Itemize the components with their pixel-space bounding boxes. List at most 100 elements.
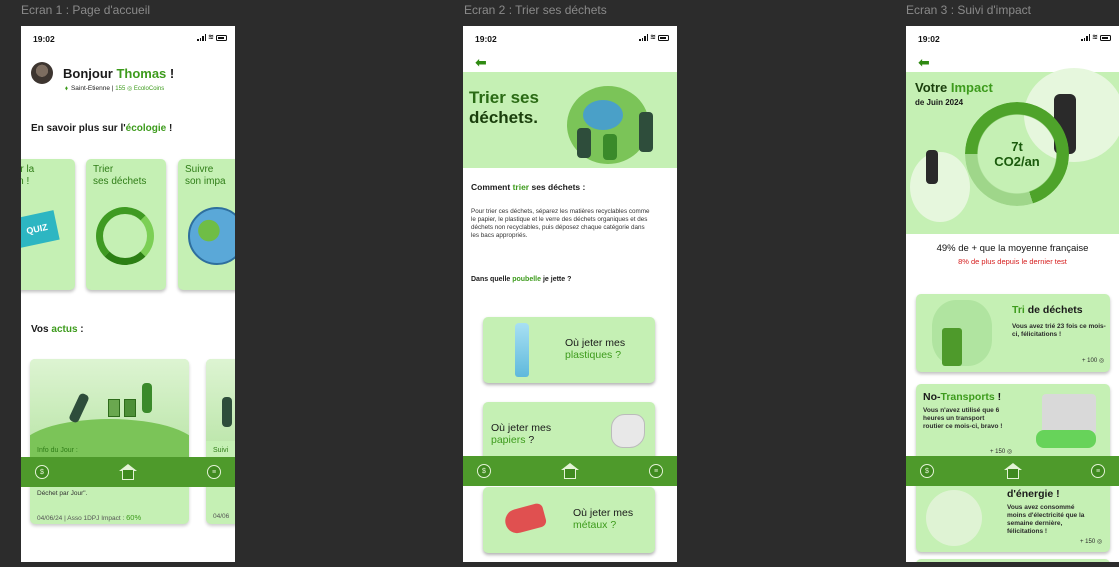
transport-description: Vous n'avez utilisé que 6 heures un tran… [923, 407, 1003, 430]
coins-icon[interactable]: $ [477, 464, 491, 478]
home-icon[interactable] [119, 464, 137, 480]
greeting-suffix: ! [166, 66, 175, 81]
card-quiz-line2: ution ! [21, 176, 30, 187]
sorting-title: Tri de déchets [1012, 304, 1083, 316]
which-bin-heading: Dans quelle poubelle je jette ? [471, 276, 571, 283]
home-icon[interactable] [1003, 463, 1022, 479]
card-quiz-title: z sur laution ! [21, 164, 34, 188]
news-card-1[interactable]: Info du Jour : Déchet par Jour". 04/06/2… [30, 359, 189, 524]
screen-impact: 19:02 ≋ ⬅ Votre Impact de Juin 2024 7t C… [906, 26, 1119, 562]
bottom-navbar: $ ≡ [463, 456, 677, 486]
sorting-title-suffix: de déchets [1024, 304, 1083, 316]
person-figure [142, 383, 152, 413]
card-track-title: Suivre son impa [185, 164, 226, 188]
which-prefix: Dans quelle [471, 276, 513, 283]
location-line: ⬧ Saint-Etienne | 155 ◎ EcoloCoins [65, 85, 164, 93]
news-2-title: Suivi [213, 447, 229, 454]
person-figure [926, 150, 938, 184]
bottle-icon [515, 323, 529, 377]
status-bar: 19:02 ≋ [33, 34, 227, 44]
impact-subtitle: de Juin 2024 [915, 98, 964, 107]
papers-line2: papiers [491, 434, 526, 446]
news-illustration [206, 359, 235, 441]
ecolocoins-balance: 155 ◎ EcoloCoins [115, 86, 165, 92]
location-pin-icon: ⬧ [65, 85, 68, 92]
news-1-meta-text: 04/06/24 | Asso 1DPJ Impact : [37, 515, 127, 522]
papers-qmark: ? [525, 434, 535, 446]
home-icon[interactable] [561, 463, 579, 479]
quiz-tag-text: QUIZ [25, 221, 49, 237]
sort-instructions: Pour trier ces déchets, séparez les mati… [471, 208, 650, 239]
card-sort-line1: Trier [93, 164, 114, 175]
screen-home: 19:02 ≋ Bonjour Thomas ! ⬧ Saint-Etienne … [21, 26, 235, 562]
impact-title-prefix: Votre [915, 80, 951, 95]
water-shape [583, 100, 623, 130]
metals-line1: Où jeter mes [573, 507, 634, 519]
location-text: Saint-Etienne | [70, 85, 116, 92]
metals-line2: métaux ? [573, 519, 617, 531]
plastics-line1: Où jeter mes [565, 337, 626, 349]
plastics-button[interactable]: Où jeter mes plastiques ? [483, 317, 655, 383]
coins-icon[interactable]: $ [920, 464, 934, 478]
how-to-sort-heading: Comment trier ses déchets : [471, 182, 585, 192]
transport-title-prefix: No- [923, 391, 941, 403]
card-sort-waste[interactable]: Trier ses déchets [86, 159, 166, 290]
impact-title-highlight: Impact [950, 80, 993, 95]
transport-points: + 150 ◎ [990, 449, 1013, 455]
news-1-meta: 04/06/24 | Asso 1DPJ Impact : 60% [37, 513, 141, 522]
comparison-text: 49% de + que la moyenne française [936, 243, 1089, 254]
sort-banner: Trier ses déchets. [463, 72, 677, 168]
screen-sort-waste: 19:02 ≋ ⬅ Trier ses déchets. Comment trie… [463, 26, 677, 562]
avatar[interactable] [31, 62, 53, 84]
wifi-icon: ≋ [208, 34, 214, 41]
quiz-icon: QUIZ [21, 210, 60, 248]
signal-icon [1081, 34, 1091, 41]
person-figure [577, 128, 591, 158]
battery-icon [216, 34, 227, 41]
menu-icon[interactable]: ≡ [649, 464, 663, 478]
card-track-line2: son impa [185, 176, 226, 187]
card-quiz[interactable]: z sur laution ! QUIZ [21, 159, 75, 290]
back-arrow-icon[interactable]: ⬅ [918, 54, 930, 71]
person-figure [603, 134, 617, 160]
status-time: 19:02 [33, 34, 55, 44]
how-prefix: Comment [471, 182, 513, 192]
bottom-navbar: $ ≡ [906, 456, 1119, 486]
bottom-navbar: $ ≡ [21, 457, 235, 487]
card-track-impact[interactable]: Suivre son impa [178, 159, 235, 290]
impact-card-no-transport[interactable]: No-Transports ! Vous n'avez utilisé que … [916, 384, 1110, 462]
signal-icon [639, 34, 649, 41]
impact-card-sorting[interactable]: Tri de déchets Vous avez trié 23 fois ce… [916, 294, 1110, 372]
globe-icon [188, 207, 235, 265]
transport-title-highlight: Transports [940, 391, 995, 403]
sorting-description: Vous avez trié 23 fois ce mois-ci, félic… [1012, 323, 1106, 338]
news-prefix: Vos [31, 324, 52, 335]
plastics-line2: plastiques ? [565, 349, 622, 361]
learn-more-title: En savoir plus sur l'écologie ! [31, 123, 172, 134]
which-highlight: poubelle [512, 276, 542, 283]
news-1-title: Info du Jour : [37, 447, 78, 454]
sorting-points: + 100 ◎ [1082, 358, 1105, 364]
menu-icon[interactable]: ≡ [207, 465, 221, 479]
metals-label: Où jeter mes métaux ? [573, 507, 633, 531]
energy-description: Vous avez consommé moins d'électricité q… [1007, 504, 1085, 535]
learn-suffix: ! [166, 123, 173, 134]
greeting-prefix: Bonjour [63, 66, 117, 81]
learn-prefix: En savoir plus sur l' [31, 123, 126, 134]
card-quiz-line1: z sur la [21, 164, 35, 175]
energy-title: d'énergie ! [1007, 488, 1060, 500]
papers-line1: Où jeter mes [491, 422, 552, 434]
coins-icon[interactable]: $ [35, 465, 49, 479]
metals-button[interactable]: Où jeter mes métaux ? [483, 487, 655, 553]
bin-figure [124, 399, 136, 417]
person-figure [222, 397, 232, 427]
news-card-2[interactable]: Suivi 04/06 [206, 359, 235, 524]
how-suffix: ses déchets : [529, 182, 586, 192]
menu-icon[interactable]: ≡ [1091, 464, 1105, 478]
battery-icon [658, 34, 669, 41]
sorting-illustration [932, 300, 992, 366]
recycle-icon [96, 207, 154, 265]
sort-title: Trier ses déchets. [469, 88, 539, 128]
impact-card-next[interactable] [916, 559, 1110, 562]
back-arrow-icon[interactable]: ⬅ [475, 54, 487, 71]
